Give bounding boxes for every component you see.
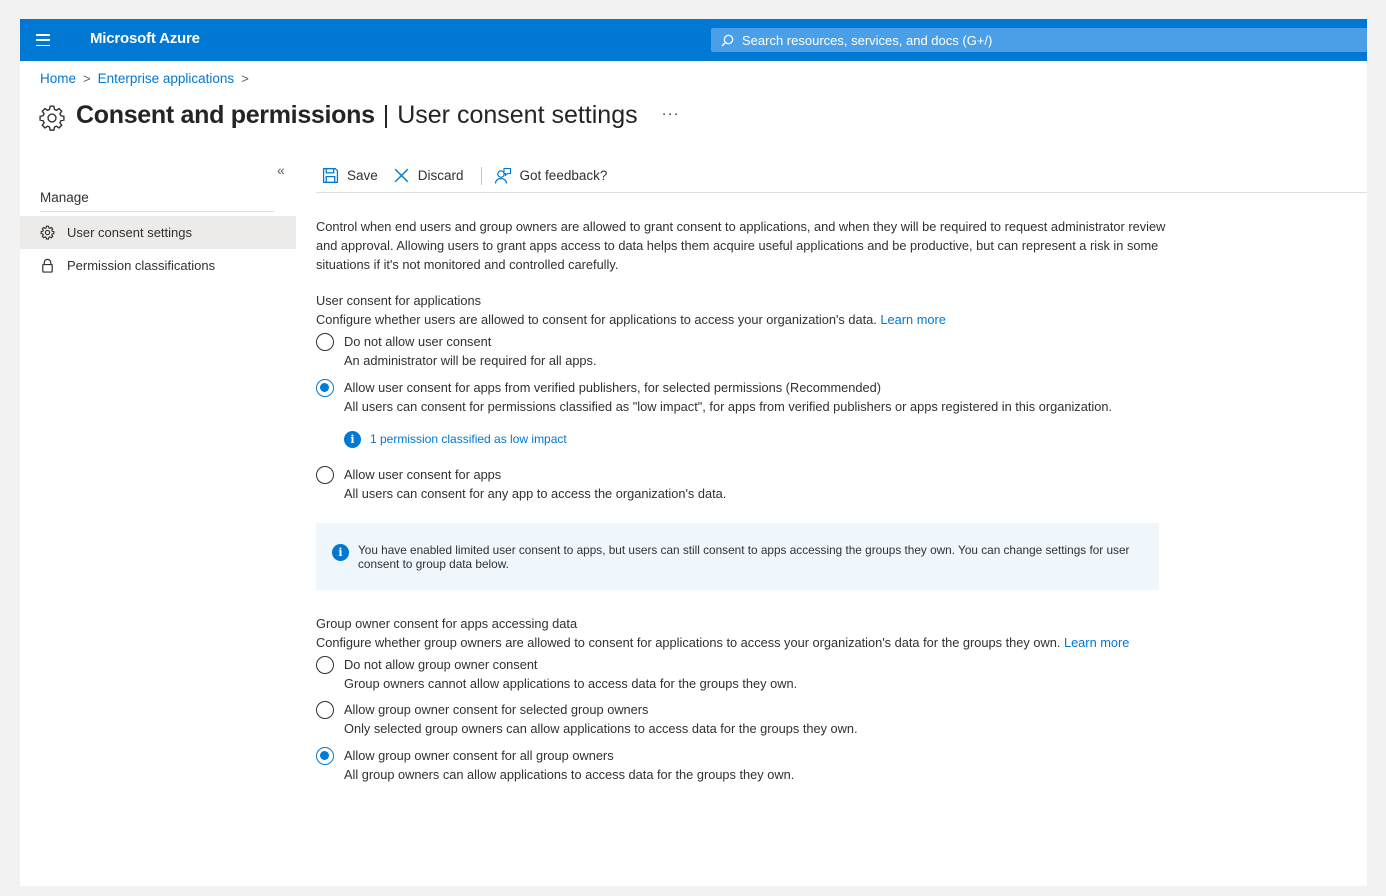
group-consent-section-title: Group owner consent for apps accessing d… xyxy=(316,616,578,631)
user-consent-section-title: User consent for applications xyxy=(316,293,482,308)
radio-description: An administrator will be required for al… xyxy=(344,353,597,368)
learn-more-link[interactable]: Learn more xyxy=(880,312,945,327)
sidebar-item-permission-classifications[interactable]: Permission classifications xyxy=(20,249,296,282)
radio-label: Allow user consent for apps xyxy=(344,467,502,482)
breadcrumb-home[interactable]: Home xyxy=(40,71,76,86)
gear-icon xyxy=(40,225,55,240)
azure-portal-window: Microsoft Azure Search resources, servic… xyxy=(20,19,1367,886)
search-input[interactable]: Search resources, services, and docs (G+… xyxy=(711,28,1367,52)
info-icon: i xyxy=(332,544,349,561)
radio-description: All users can consent for any app to acc… xyxy=(344,486,727,501)
main-content: Control when end users and group owners … xyxy=(316,217,1166,784)
banner-text: You have enabled limited user consent to… xyxy=(358,542,1130,571)
sidebar-item-user-consent-settings[interactable]: User consent settings xyxy=(20,216,296,249)
radio-button-checked[interactable] xyxy=(316,747,334,765)
search-icon xyxy=(721,34,734,46)
radio-button-checked[interactable] xyxy=(316,379,334,397)
user-consent-description: Configure whether users are allowed to c… xyxy=(316,312,946,327)
close-icon xyxy=(394,168,409,183)
save-label: Save xyxy=(347,168,378,183)
page-subtitle: User consent settings xyxy=(397,100,638,129)
brand-name[interactable]: Microsoft Azure xyxy=(90,30,200,47)
radio-allow-all-group-owners[interactable]: Allow group owner consent for all group … xyxy=(316,746,1166,765)
collapse-sidebar-icon[interactable]: « xyxy=(277,162,285,178)
radio-do-not-allow-group-owner-consent[interactable]: Do not allow group owner consent xyxy=(316,655,1166,674)
sidebar-item-label: Permission classifications xyxy=(67,258,216,273)
radio-label: Do not allow user consent xyxy=(344,334,492,349)
search-placeholder: Search resources, services, and docs (G+… xyxy=(742,32,993,48)
feedback-button[interactable]: Got feedback? xyxy=(494,167,608,185)
learn-more-link[interactable]: Learn more xyxy=(1064,635,1129,650)
radio-label: Allow group owner consent for selected g… xyxy=(344,702,649,717)
chevron-right-icon: > xyxy=(83,71,91,86)
radio-label: Allow user consent for apps from verifie… xyxy=(344,380,881,395)
radio-label: Allow group owner consent for all group … xyxy=(344,748,614,763)
chevron-right-icon: > xyxy=(241,71,249,86)
radio-allow-user-consent-all-apps[interactable]: Allow user consent for apps xyxy=(316,465,1166,484)
radio-button[interactable] xyxy=(316,701,334,719)
radio-allow-selected-group-owners[interactable]: Allow group owner consent for selected g… xyxy=(316,700,1166,719)
feedback-person-icon xyxy=(494,167,511,184)
top-bar: Microsoft Azure Search resources, servic… xyxy=(20,19,1367,61)
hamburger-menu-icon[interactable] xyxy=(34,31,52,49)
sidebar-item-label: User consent settings xyxy=(67,225,193,240)
page-header: Consent and permissions | User consent s… xyxy=(38,97,680,133)
radio-do-not-allow-user-consent[interactable]: Do not allow user consent xyxy=(316,332,1166,351)
gear-icon xyxy=(39,105,65,131)
radio-button[interactable] xyxy=(316,656,334,674)
radio-button[interactable] xyxy=(316,466,334,484)
intro-text: Control when end users and group owners … xyxy=(316,219,1166,272)
title-separator: | xyxy=(382,100,390,129)
info-icon: i xyxy=(344,431,361,448)
page-title: Consent and permissions xyxy=(76,100,375,129)
radio-allow-verified-publishers[interactable]: Allow user consent for apps from verifie… xyxy=(316,378,1166,397)
low-impact-permissions-link[interactable]: i 1 permission classified as low impact xyxy=(344,430,1166,449)
lock-icon xyxy=(42,258,53,273)
breadcrumb-enterprise-applications[interactable]: Enterprise applications xyxy=(98,71,235,86)
radio-label: Do not allow group owner consent xyxy=(344,657,538,672)
feedback-label: Got feedback? xyxy=(519,168,608,183)
radio-description: All users can consent for permissions cl… xyxy=(344,399,1113,414)
info-banner: i You have enabled limited user consent … xyxy=(316,523,1159,590)
low-impact-link-text[interactable]: 1 permission classified as low impact xyxy=(370,430,567,449)
sidebar-heading-manage: Manage xyxy=(40,190,274,212)
command-bar: Save Discard Got feedback? xyxy=(316,159,1367,193)
discard-button[interactable]: Discard xyxy=(393,167,464,184)
radio-description: Only selected group owners can allow app… xyxy=(344,721,858,736)
radio-button[interactable] xyxy=(316,333,334,351)
discard-label: Discard xyxy=(417,168,464,183)
save-button[interactable]: Save xyxy=(322,167,378,184)
toolbar-divider xyxy=(480,166,482,185)
breadcrumb: Home > Enterprise applications > xyxy=(40,71,249,86)
radio-description: Group owners cannot allow applications t… xyxy=(344,676,798,691)
more-options-button[interactable]: ··· xyxy=(662,105,680,122)
save-icon xyxy=(322,167,339,184)
radio-description: All group owners can allow applications … xyxy=(344,767,795,782)
group-consent-description: Configure whether group owners are allow… xyxy=(316,635,1130,650)
